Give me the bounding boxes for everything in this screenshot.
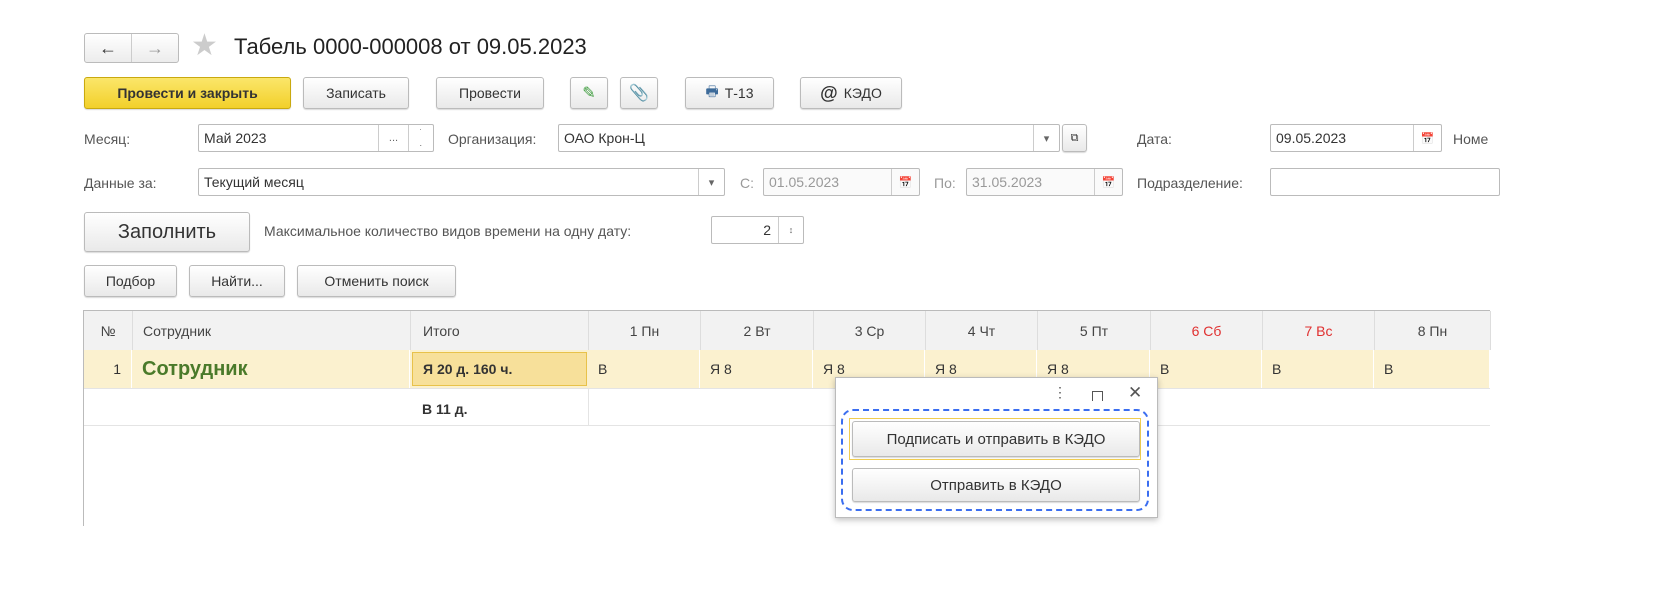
from-label: С: — [740, 175, 754, 191]
column-header[interactable]: 8 Пн — [1375, 311, 1491, 350]
max-types-field[interactable]: 2 ↕ — [711, 216, 804, 244]
column-header[interactable]: 3 Ср — [814, 311, 926, 350]
total-cell[interactable]: Я 20 д. 160 ч. — [412, 352, 587, 386]
row-divider — [84, 388, 1490, 389]
column-header[interactable]: 2 Вт — [701, 311, 814, 350]
day-cell[interactable]: В — [1150, 350, 1262, 388]
print-t13-button[interactable]: 🖶 Т-13 — [685, 77, 774, 109]
to-label: По: — [934, 175, 956, 191]
total-weekend-cell: В 11 д. — [412, 390, 587, 428]
more-options-icon[interactable]: ⋮ — [1053, 384, 1067, 401]
day-cell[interactable]: Я 8 — [700, 350, 813, 388]
printer-icon: 🖶 — [705, 83, 719, 99]
cancel-search-button[interactable]: Отменить поиск — [297, 265, 456, 297]
day-cell[interactable]: В — [1374, 350, 1490, 388]
kedo-popup: ⋮ ✕ Подписать и отправить в КЭДО Отправи… — [835, 377, 1158, 518]
sign-button[interactable]: ✎ — [570, 77, 608, 109]
month-field[interactable]: Май 2023 ... ˙. — [198, 124, 434, 152]
column-header[interactable]: 4 Чт — [926, 311, 1038, 350]
column-header[interactable]: 1 Пн — [589, 311, 701, 350]
send-kedo-button[interactable]: Отправить в КЭДО — [852, 468, 1140, 502]
column-header[interactable]: Итого — [411, 311, 589, 350]
data-for-field[interactable]: Текущий месяц ▾ — [198, 168, 725, 196]
max-types-stepper[interactable]: ↕ — [778, 217, 803, 243]
date-field[interactable]: 09.05.2023 📅 — [1270, 124, 1442, 152]
chevron-down-icon[interactable]: ▾ — [1033, 125, 1059, 151]
back-arrow-icon[interactable]: ← — [85, 34, 132, 62]
org-field[interactable]: ОАО Крон-Ц ▾ — [558, 124, 1060, 152]
number-label: Номе — [1453, 131, 1489, 147]
pen-clock-icon: ✎ — [582, 85, 596, 102]
column-header[interactable]: 7 Вс — [1263, 311, 1375, 350]
dept-label: Подразделение: — [1137, 175, 1243, 191]
forward-arrow-icon[interactable]: → — [132, 34, 178, 62]
nav-buttons: ← → — [84, 33, 179, 63]
favorite-star-icon[interactable]: ★ — [191, 28, 218, 63]
date-label: Дата: — [1137, 131, 1172, 147]
fill-button[interactable]: Заполнить — [84, 212, 250, 252]
column-divider — [588, 388, 589, 425]
attach-button[interactable]: 📎 — [620, 77, 658, 109]
row-divider — [84, 425, 1490, 426]
column-header[interactable]: Сотрудник — [133, 311, 411, 350]
sign-and-send-kedo-button[interactable]: Подписать и отправить в КЭДО — [852, 421, 1140, 457]
save-button[interactable]: Записать — [303, 77, 409, 109]
page-title: Табель 0000-000008 от 09.05.2023 — [234, 34, 587, 59]
employee-cell[interactable]: Сотрудник — [132, 350, 410, 388]
org-label: Организация: — [448, 131, 537, 147]
day-cell[interactable]: В — [588, 350, 700, 388]
open-window-icon: ⧉ — [1070, 131, 1079, 144]
month-label: Месяц: — [84, 131, 131, 147]
from-date-field[interactable]: 01.05.2023 📅 — [763, 168, 920, 196]
find-button[interactable]: Найти... — [189, 265, 285, 297]
kedo-button[interactable]: @ КЭДО — [800, 77, 902, 109]
column-header[interactable]: № — [84, 311, 133, 350]
pick-button[interactable]: Подбор — [84, 265, 177, 297]
maximize-icon[interactable] — [1092, 391, 1103, 401]
calendar-icon[interactable]: 📅 — [891, 169, 919, 195]
column-header[interactable]: 5 Пт — [1038, 311, 1151, 350]
post-and-close-button[interactable]: Провести и закрыть — [84, 77, 291, 109]
dept-field[interactable] — [1270, 168, 1500, 196]
data-for-label: Данные за: — [84, 175, 157, 191]
select-ellipsis-button[interactable]: ... — [378, 125, 408, 151]
close-icon[interactable]: ✕ — [1128, 383, 1142, 403]
open-org-button[interactable]: ⧉ — [1062, 124, 1087, 152]
month-stepper[interactable]: ˙. — [408, 125, 433, 151]
row-number: 1 — [84, 350, 132, 388]
at-icon: @ — [820, 82, 838, 103]
calendar-icon[interactable]: 📅 — [1413, 125, 1441, 151]
calendar-icon[interactable]: 📅 — [1094, 169, 1122, 195]
post-button[interactable]: Провести — [436, 77, 544, 109]
max-types-label: Максимальное количество видов времени на… — [264, 223, 632, 239]
day-cell[interactable]: В — [1262, 350, 1374, 388]
column-header[interactable]: 6 Сб — [1151, 311, 1263, 350]
to-date-field[interactable]: 31.05.2023 📅 — [966, 168, 1123, 196]
chevron-down-icon[interactable]: ▾ — [698, 169, 724, 195]
paperclip-icon: 📎 — [629, 85, 649, 102]
